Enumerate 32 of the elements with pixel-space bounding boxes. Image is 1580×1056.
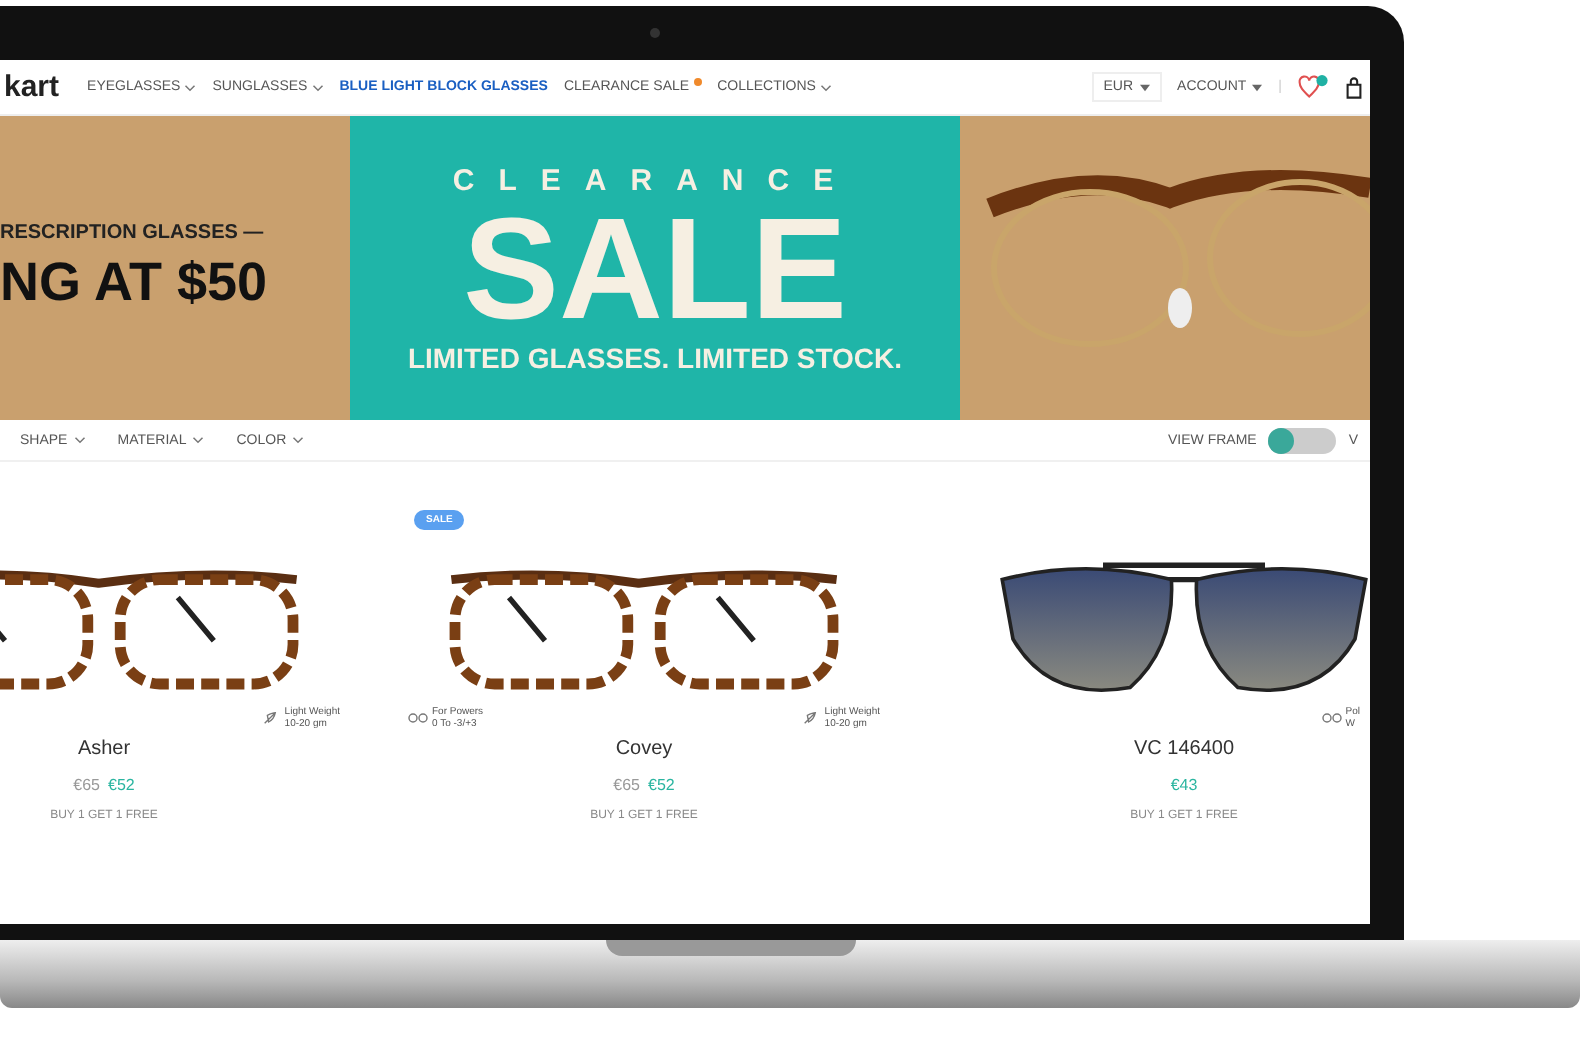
chevron-down-icon (192, 436, 205, 444)
original-price: €65 (613, 776, 640, 794)
feather-icon (260, 710, 281, 726)
sale-price: €52 (108, 776, 135, 794)
banner-text: RESCRIPTION GLASSES — (0, 222, 266, 244)
sale-price: €43 (1170, 776, 1198, 794)
feather-icon (800, 710, 821, 726)
dropdown-arrow-icon (1139, 83, 1150, 91)
original-price: €65 (73, 776, 100, 794)
heart-icon[interactable] (1298, 74, 1330, 100)
sale-price: €52 (648, 776, 675, 794)
banner-headline: NG AT $50 (0, 252, 270, 314)
product-name[interactable]: Covey (615, 738, 673, 760)
chevron-down-icon (311, 83, 324, 91)
product-name[interactable]: VC 146400 (1133, 738, 1235, 760)
sale-banner[interactable]: RESCRIPTION GLASSES — NG AT $50 CLEARANCE SALE LIMITED GLASSES. LIMITED STOCK. (0, 116, 1370, 420)
notification-dot (693, 77, 702, 85)
dropdown-arrow-icon (1252, 83, 1263, 91)
logo[interactable]: kart (4, 70, 60, 104)
product-name[interactable]: Asher (77, 738, 131, 760)
view-frame-toggle[interactable] (1268, 427, 1337, 453)
bag-icon[interactable] (1346, 75, 1362, 99)
chevron-down-icon (184, 83, 197, 91)
chevron-down-icon (73, 436, 86, 444)
camera-icon (650, 28, 660, 38)
chevron-down-icon (292, 436, 305, 444)
glasses-icon (408, 710, 428, 726)
banner-tagline: LIMITED GLASSES. LIMITED STOCK. (407, 341, 903, 373)
banner-kicker: CLEARANCE (452, 163, 858, 197)
banner-headline: SALE (462, 197, 848, 341)
chevron-down-icon (819, 83, 832, 91)
glasses-icon (1321, 710, 1342, 726)
